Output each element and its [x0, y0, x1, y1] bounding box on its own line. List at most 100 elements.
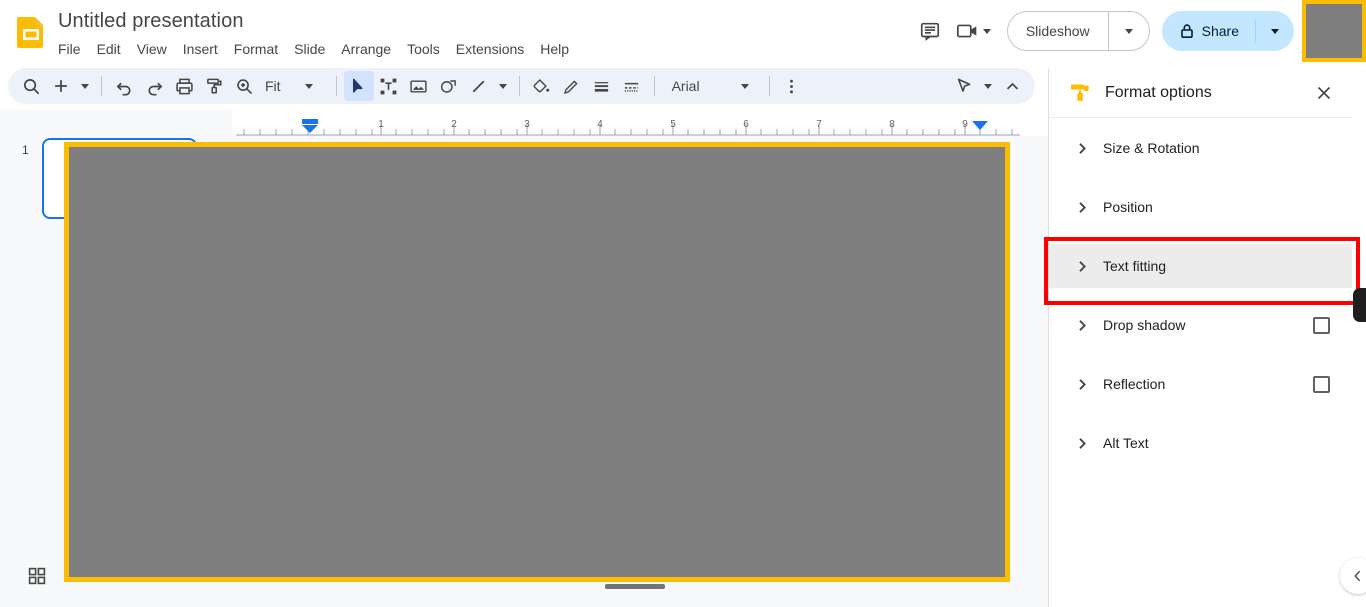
- panel-scrollbar-thumb[interactable]: [1353, 288, 1366, 322]
- share-label: Share: [1201, 23, 1239, 39]
- font-family-value[interactable]: Arial: [662, 78, 728, 94]
- laser-pointer-icon[interactable]: [949, 71, 979, 101]
- horizontal-ruler[interactable]: 1 2 3 4 5 6 7 8 9: [236, 116, 1020, 136]
- print-icon[interactable]: [169, 71, 199, 101]
- menu-extensions[interactable]: Extensions: [448, 38, 532, 61]
- more-options-vertical-icon[interactable]: [777, 71, 807, 101]
- border-dash-icon[interactable]: [617, 71, 647, 101]
- new-slide-plus-icon[interactable]: [46, 71, 76, 101]
- option-label: Size & Rotation: [1103, 140, 1200, 156]
- main-toolbar: Fit Arial: [8, 68, 1035, 104]
- paint-format-icon[interactable]: [199, 71, 229, 101]
- chevron-down-icon: [1124, 28, 1133, 34]
- paint-roller-icon: [1069, 82, 1091, 104]
- insert-image-icon[interactable]: [404, 71, 434, 101]
- toolbar-divider: [518, 76, 520, 96]
- svg-text:7: 7: [816, 119, 822, 130]
- svg-text:5: 5: [670, 119, 676, 130]
- menu-insert[interactable]: Insert: [175, 38, 226, 61]
- toolbar-divider: [101, 76, 102, 96]
- chevron-right-icon: [1071, 378, 1093, 391]
- title-and-menu: Untitled presentation File Edit View Ins…: [58, 8, 577, 61]
- format-options-header: Format options: [1049, 68, 1352, 118]
- fill-color-icon[interactable]: [527, 71, 557, 101]
- slideshow-button[interactable]: Slideshow: [1008, 12, 1108, 50]
- document-title[interactable]: Untitled presentation: [58, 8, 577, 34]
- zoom-level-value[interactable]: Fit: [259, 78, 289, 94]
- collapse-toolbar-chevron-up-icon[interactable]: [997, 71, 1027, 101]
- option-row-position[interactable]: Position: [1049, 185, 1352, 229]
- share-button-group: Share: [1161, 11, 1294, 51]
- menu-edit[interactable]: Edit: [89, 38, 129, 61]
- option-row-alt-text[interactable]: Alt Text: [1049, 421, 1352, 465]
- share-button[interactable]: Share: [1162, 11, 1255, 51]
- speaker-notes-resize-handle[interactable]: [605, 584, 665, 589]
- select-tool-cursor-arrow-icon[interactable]: [343, 71, 374, 101]
- option-label: Alt Text: [1103, 435, 1149, 451]
- redo-icon[interactable]: [139, 71, 169, 101]
- svg-text:3: 3: [524, 119, 530, 130]
- comment-history-icon[interactable]: [910, 11, 950, 51]
- menu-help[interactable]: Help: [532, 38, 577, 61]
- lock-icon: [1180, 23, 1194, 39]
- font-family-chevron-down-icon[interactable]: [728, 71, 762, 101]
- toolbar-divider: [335, 76, 337, 96]
- option-row-size-and-rotation[interactable]: Size & Rotation: [1049, 126, 1352, 170]
- svg-text:4: 4: [597, 119, 603, 130]
- slideshow-options-button[interactable]: [1109, 12, 1149, 50]
- svg-text:2: 2: [451, 119, 457, 130]
- slide-editing-surface[interactable]: [64, 142, 1010, 582]
- option-label: Drop shadow: [1103, 317, 1186, 333]
- slides-logo-icon: [16, 16, 46, 48]
- menu-arrange[interactable]: Arrange: [333, 38, 399, 61]
- toolbar-divider: [768, 76, 770, 96]
- menu-view[interactable]: View: [129, 38, 175, 61]
- format-options-list: Size & Rotation Position Text fitting Dr…: [1049, 118, 1352, 465]
- share-options-button[interactable]: [1256, 11, 1294, 51]
- drop-shadow-checkbox[interactable]: [1313, 316, 1330, 334]
- chevron-down-icon: [982, 28, 991, 34]
- insert-shape-icon[interactable]: [434, 71, 464, 101]
- chevron-right-icon: [1071, 260, 1093, 273]
- menu-slide[interactable]: Slide: [286, 38, 333, 61]
- laser-options-chevron-down-icon[interactable]: [979, 71, 997, 101]
- option-row-text-fitting[interactable]: Text fitting: [1049, 244, 1352, 288]
- selected-object-overlay-topright: [1302, 0, 1366, 62]
- border-weight-icon[interactable]: [587, 71, 617, 101]
- menu-tools[interactable]: Tools: [399, 38, 448, 61]
- google-slides-window: Untitled presentation File Edit View Ins…: [0, 0, 1366, 607]
- zoom-icon[interactable]: [229, 71, 259, 101]
- svg-text:1: 1: [378, 119, 384, 130]
- svg-text:9: 9: [962, 119, 968, 130]
- undo-icon[interactable]: [109, 71, 139, 101]
- video-camera-icon: [956, 21, 980, 41]
- menu-bar: File Edit View Insert Format Slide Arran…: [58, 38, 577, 61]
- app-header: Untitled presentation File Edit View Ins…: [0, 0, 1366, 62]
- format-options-panel: Format options Size & Rotation Position …: [1048, 68, 1352, 607]
- chevron-down-icon: [1271, 28, 1279, 34]
- svg-text:6: 6: [743, 119, 749, 130]
- option-label: Reflection: [1103, 376, 1166, 392]
- toolbar-divider: [653, 76, 655, 96]
- svg-text:8: 8: [889, 119, 895, 130]
- present-to-meeting-button[interactable]: [950, 21, 997, 41]
- text-box-tool-icon[interactable]: [374, 71, 404, 101]
- slide-number: 1: [22, 143, 29, 157]
- insert-line-icon[interactable]: [464, 71, 494, 101]
- slideshow-button-group: Slideshow: [1006, 11, 1150, 51]
- chevron-right-icon: [1071, 142, 1093, 155]
- grid-view-icon[interactable]: [24, 563, 50, 589]
- line-options-chevron-down-icon[interactable]: [494, 71, 512, 101]
- border-color-pencil-icon[interactable]: [557, 71, 587, 101]
- reflection-checkbox[interactable]: [1313, 375, 1330, 393]
- menu-format[interactable]: Format: [226, 38, 286, 61]
- option-row-drop-shadow[interactable]: Drop shadow: [1049, 303, 1352, 347]
- new-slide-options-chevron-down-icon[interactable]: [76, 71, 94, 101]
- close-icon[interactable]: [1310, 79, 1338, 107]
- option-label: Text fitting: [1103, 258, 1167, 274]
- panel-title: Format options: [1105, 83, 1212, 101]
- zoom-level-chevron-down-icon[interactable]: [289, 71, 329, 101]
- menu-file[interactable]: File: [58, 38, 89, 61]
- option-row-reflection[interactable]: Reflection: [1049, 362, 1352, 406]
- search-icon[interactable]: [16, 71, 46, 101]
